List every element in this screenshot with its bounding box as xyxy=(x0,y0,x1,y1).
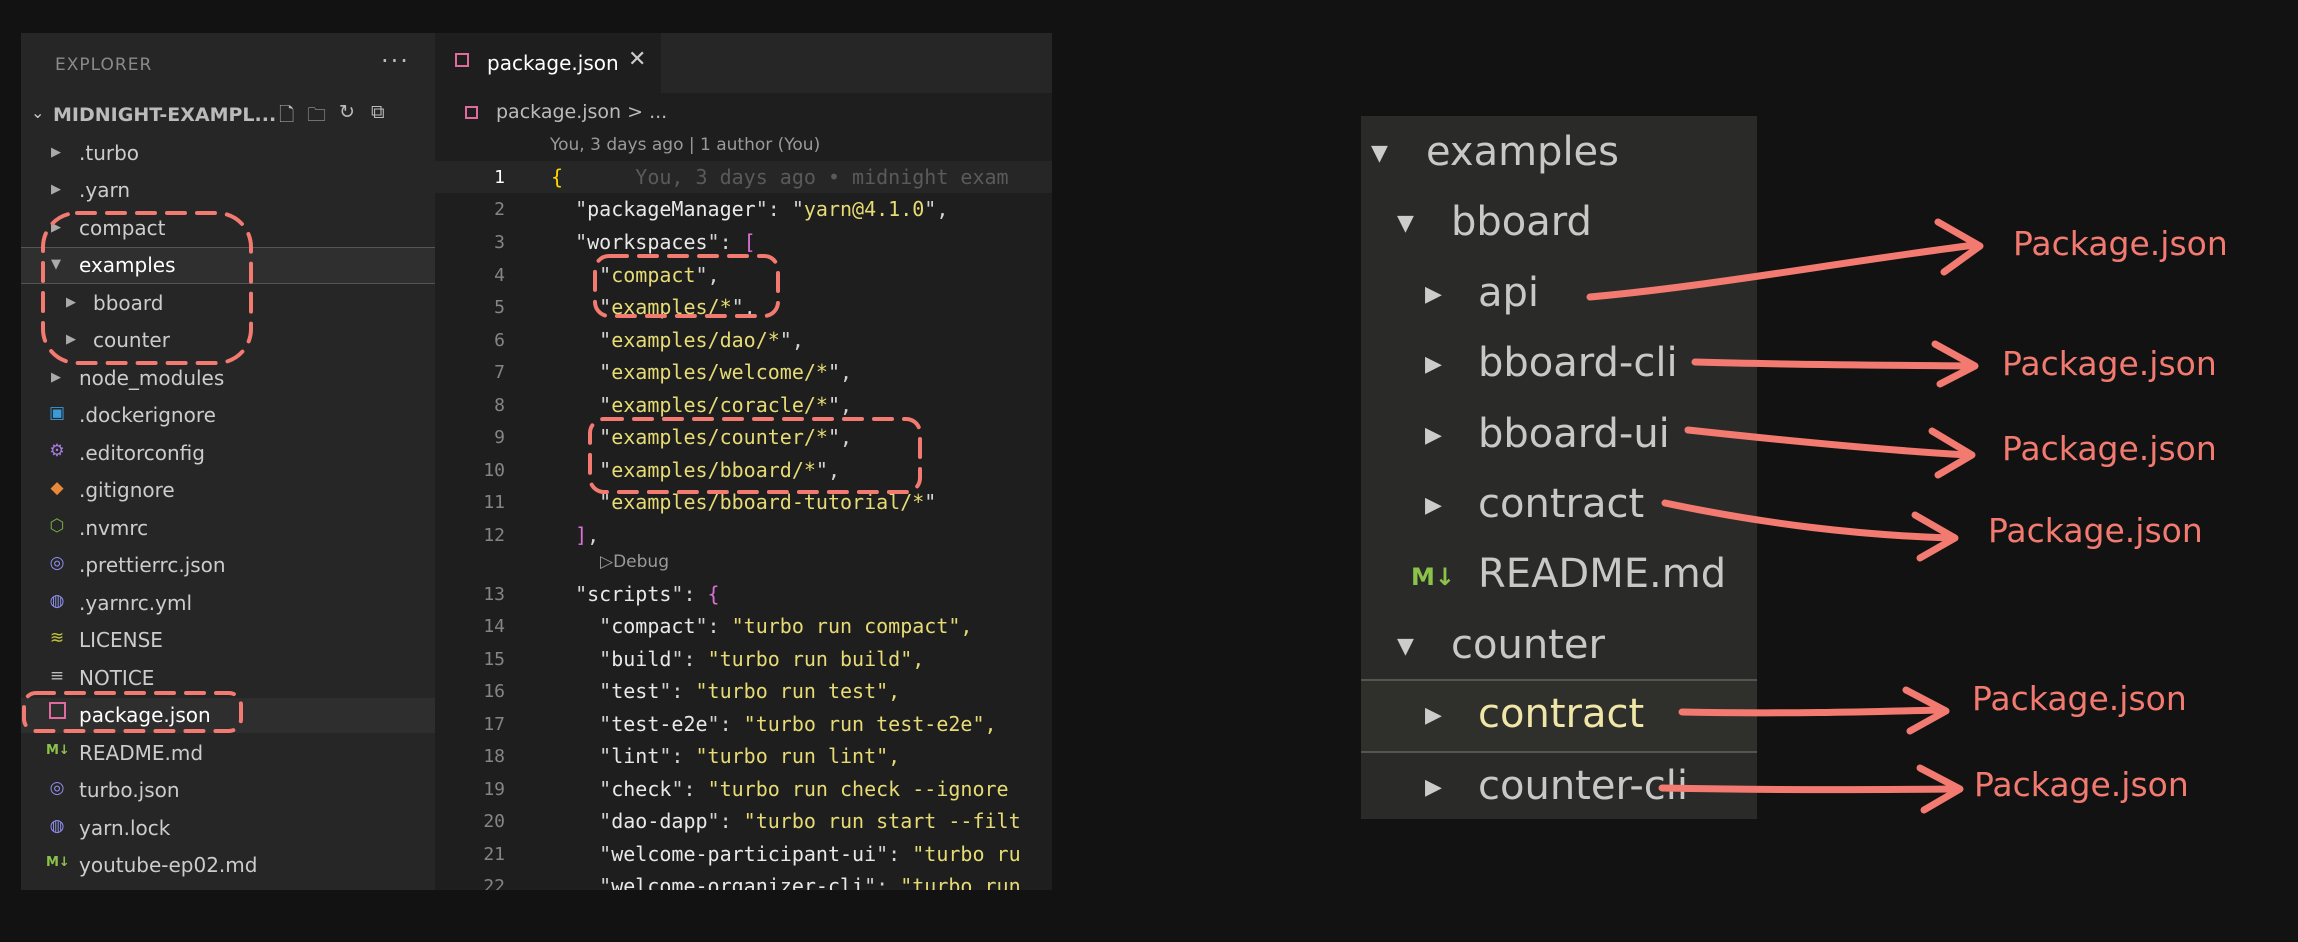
arrow-bboard-ui xyxy=(1684,426,1972,459)
arrow-api xyxy=(1586,241,1979,301)
dashed-highlight-counter-bboard xyxy=(588,417,922,494)
arrow-bboard-cli xyxy=(1691,358,1974,370)
annotation-overlay xyxy=(22,211,1984,814)
dashed-highlight-package-json xyxy=(22,691,243,733)
arrow-counter-cli xyxy=(1658,784,1959,794)
arrow-contract xyxy=(1661,499,1954,542)
arrow-counter-contract xyxy=(1678,706,1944,717)
dashed-highlight-examples-folders xyxy=(41,211,253,365)
dashed-highlight-compact-examples xyxy=(593,254,780,318)
